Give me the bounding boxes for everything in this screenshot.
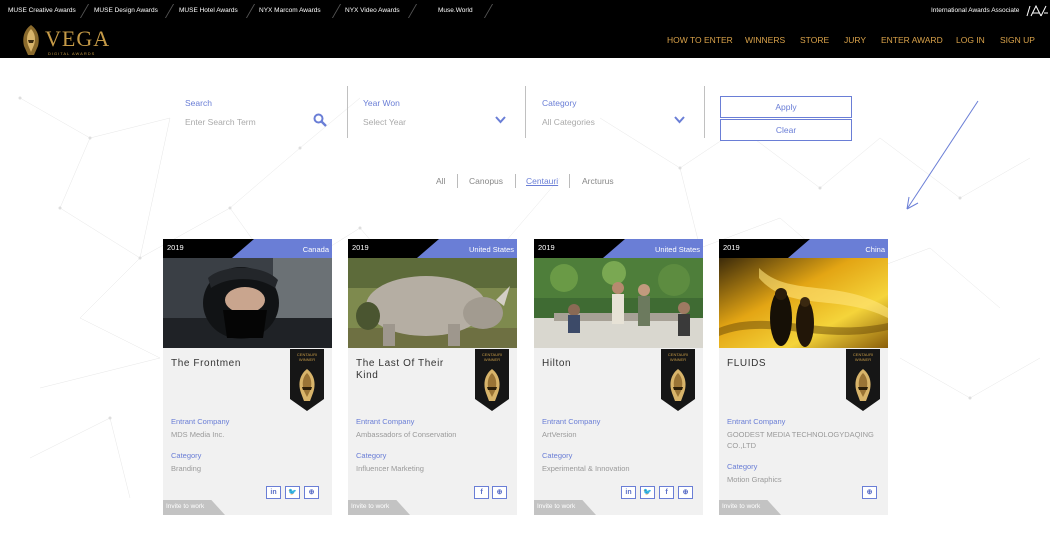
category-select[interactable]: All Categories	[542, 117, 595, 127]
invite-to-work-button[interactable]: Invite to work	[348, 500, 410, 515]
category-label: Category	[171, 451, 202, 460]
card-image[interactable]	[163, 258, 332, 348]
card-year: 2019	[538, 243, 555, 252]
invite-label: Invite to work	[722, 503, 761, 510]
entrant-label: Entrant Company	[727, 417, 786, 426]
entrant-company: ArtVersion	[542, 430, 577, 439]
tab-centauri[interactable]: Centauri	[526, 176, 558, 186]
card-image[interactable]	[534, 258, 703, 348]
card-title[interactable]: Hilton	[542, 358, 652, 370]
card-year: 2019	[352, 243, 369, 252]
invite-label: Invite to work	[351, 503, 390, 510]
invite-label: Invite to work	[537, 503, 576, 510]
svg-text:WINNER: WINNER	[855, 357, 871, 362]
invite-to-work-button[interactable]: Invite to work	[719, 500, 781, 515]
card-country: United States	[468, 245, 514, 254]
chevron-down-icon[interactable]	[674, 116, 685, 124]
clear-button[interactable]: Clear	[720, 119, 852, 141]
entrant-company: Ambassadors of Conservation	[356, 430, 457, 439]
tab-canopus[interactable]: Canopus	[469, 176, 503, 186]
search-label: Search	[185, 98, 212, 108]
centauri-winner-badge-icon: CENTAURIWINNER	[661, 349, 695, 411]
facebook-icon[interactable]: f	[474, 486, 489, 499]
globe-icon[interactable]: ⊕	[678, 486, 693, 499]
linkedin-icon[interactable]: in	[266, 486, 281, 499]
divider	[515, 174, 516, 188]
winner-card[interactable]: 2019 Canada The Frontmen CENTAURI WINNER …	[163, 239, 332, 515]
divider	[704, 86, 705, 138]
card-image[interactable]	[348, 258, 517, 348]
invite-label: Invite to work	[166, 503, 205, 510]
category-label: Category	[356, 451, 387, 460]
year-select[interactable]: Select Year	[363, 117, 406, 127]
card-country: United States	[654, 245, 700, 254]
centauri-winner-badge-icon: CENTAURIWINNER	[475, 349, 509, 411]
twitter-icon[interactable]: 🐦	[640, 486, 655, 499]
invite-to-work-button[interactable]: Invite to work	[534, 500, 596, 515]
centauri-winner-badge-icon: CENTAURIWINNER	[846, 349, 880, 411]
tab-all[interactable]: All	[436, 176, 445, 186]
card-year: 2019	[167, 243, 184, 252]
centauri-winner-badge-icon: CENTAURIWINNER	[290, 349, 324, 411]
card-header: 2019 Canada	[163, 239, 332, 258]
svg-text:WINNER: WINNER	[670, 357, 686, 362]
search-input[interactable]: Enter Search Term	[185, 117, 256, 127]
year-label: Year Won	[363, 98, 400, 108]
entrant-label: Entrant Company	[356, 417, 415, 426]
category-label: Category	[727, 462, 758, 471]
card-title[interactable]: The Last Of Their Kind	[356, 358, 466, 382]
card-header: 2019 China	[719, 239, 888, 258]
card-title[interactable]: The Frontmen	[171, 358, 281, 370]
category-label: Category	[542, 98, 577, 108]
linkedin-icon[interactable]: in	[621, 486, 636, 499]
card-image[interactable]	[719, 258, 888, 348]
card-country: China	[865, 245, 885, 254]
facebook-icon[interactable]: f	[659, 486, 674, 499]
entrant-company: GOODEST MEDIA TECHNOLOGYDAQING CO.,LTD	[727, 430, 874, 450]
invite-to-work-button[interactable]: Invite to work	[163, 500, 225, 515]
card-year: 2019	[723, 243, 740, 252]
twitter-icon[interactable]: 🐦	[285, 486, 300, 499]
search-icon[interactable]	[313, 113, 327, 127]
divider	[457, 174, 458, 188]
card-title[interactable]: FLUIDS	[727, 358, 837, 370]
divider	[525, 86, 526, 138]
globe-icon[interactable]: ⊕	[304, 486, 319, 499]
entrant-label: Entrant Company	[171, 417, 230, 426]
category-value: Experimental & Innovation	[542, 464, 630, 473]
category-label: Category	[542, 451, 573, 460]
chevron-down-icon[interactable]	[495, 116, 506, 124]
card-header: 2019 United States	[348, 239, 517, 258]
entrant-label: Entrant Company	[542, 417, 601, 426]
apply-button[interactable]: Apply	[720, 96, 852, 118]
category-value: Branding	[171, 464, 202, 473]
card-header: 2019 United States	[534, 239, 703, 258]
winner-card[interactable]: 2019 China FLUIDS CENTAURI WINNER Entrant…	[719, 239, 888, 515]
globe-icon[interactable]: ⊕	[862, 486, 877, 499]
svg-text:WINNER: WINNER	[484, 357, 500, 362]
category-value: Motion Graphics	[727, 475, 782, 484]
category-value: Influencer Marketing	[356, 464, 424, 473]
globe-icon[interactable]: ⊕	[492, 486, 507, 499]
svg-text:WINNER: WINNER	[299, 357, 315, 362]
entrant-company: MDS Media Inc.	[171, 430, 225, 439]
arrow-annotation	[906, 100, 979, 210]
tab-arcturus[interactable]: Arcturus	[582, 176, 614, 186]
winner-card[interactable]: 2019 United States Hilton CENTAURI WINNER…	[534, 239, 703, 515]
divider	[347, 86, 348, 138]
winner-card[interactable]: 2019 United States The Last Of Their Kin…	[348, 239, 517, 515]
divider	[569, 174, 570, 188]
card-country: Canada	[302, 245, 329, 254]
